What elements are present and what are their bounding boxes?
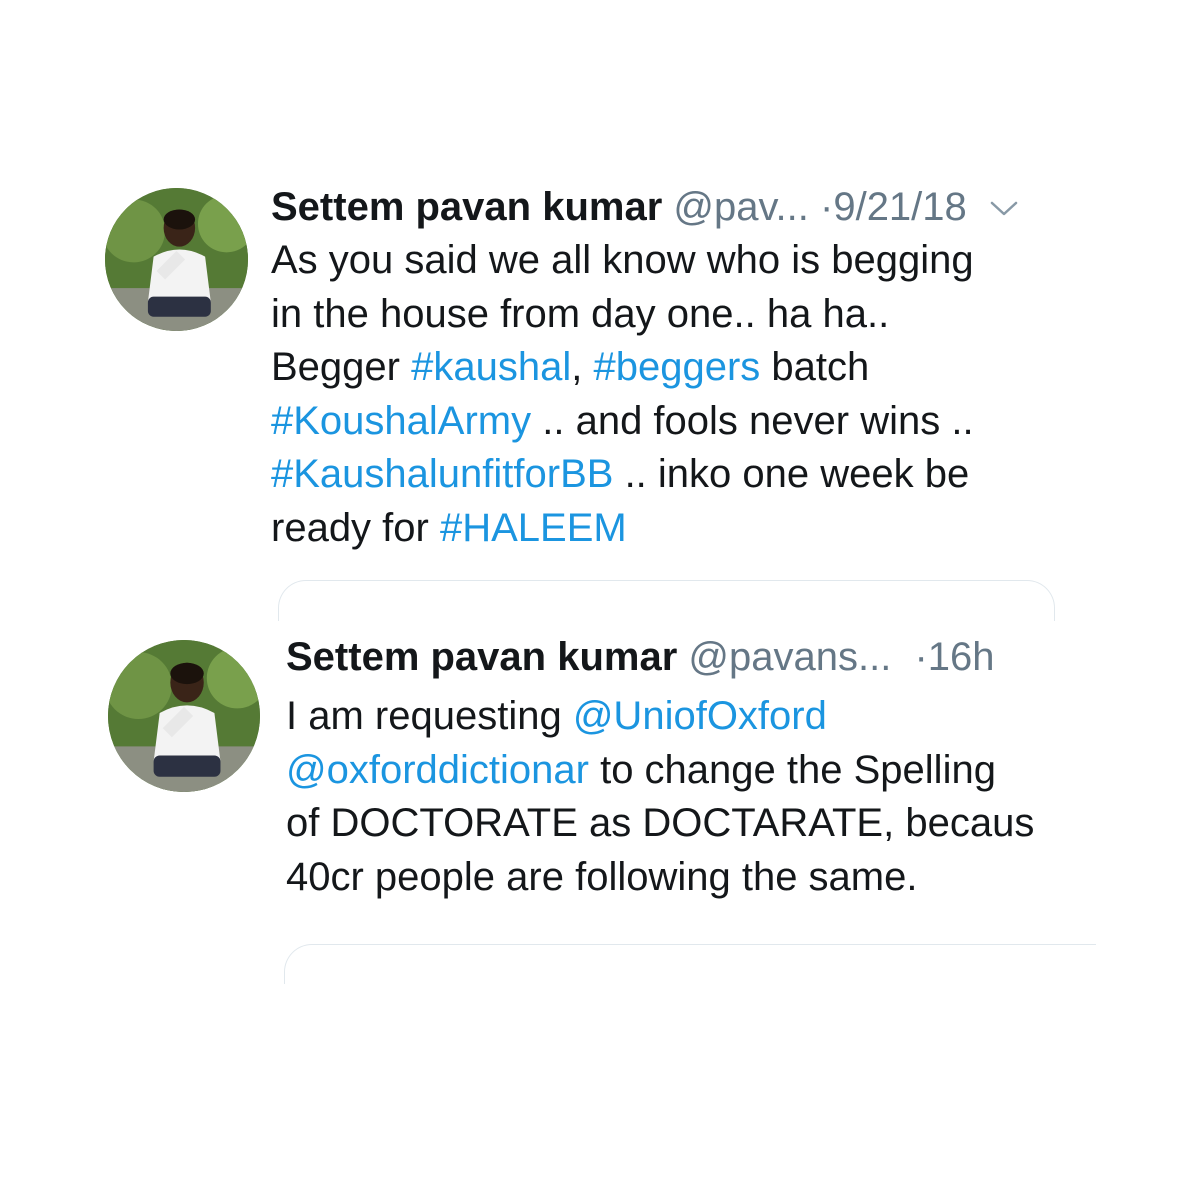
tweet-text-clip: I am requesting @UniofOxford @oxforddicti… [286,690,1096,930]
hashtag-link[interactable]: #HALEEM [440,506,627,550]
mention-link[interactable]: @UniofOxford [573,694,827,738]
avatar[interactable] [108,640,260,792]
tweet-text-line: of DOCTORATE as DOCTARATE, becaus [286,797,1034,851]
author-name[interactable]: Settem pavan kumar [286,635,677,679]
tweet-text-segment: to change the Spelling [588,747,996,792]
tweet-text-line: in the house from day one.. ha ha.. [271,288,974,342]
author-name[interactable]: Settem pavan kumar [271,185,662,229]
tweet-text-line: 40cr people are following the same. [286,851,1034,905]
tweet-header: Settem pavan kumar @pavans... ·16h [286,633,995,681]
tweet-text-segment: As you said we all know who is begging [271,238,974,282]
tweet-text-line: Begger #kaushal, #beggers batch [271,341,974,395]
tweet-header: Settem pavan kumar @pav... ·9/21/18 [271,183,1019,233]
hashtag-link[interactable]: #beggers [593,345,760,389]
separator-dot: · [914,635,928,679]
hashtag-link[interactable]: #KaushalunfitforBB [271,452,613,496]
tweet-text-segment: batch [760,345,870,389]
quoted-tweet-preview [314,976,1074,984]
tweet-text-line: #KoushalArmy .. and fools never wins .. [271,395,974,449]
tweet-text-segment: I am requesting [286,694,573,738]
tweet-text-segment: in the house from day one.. ha ha.. [271,291,890,336]
avatar-photo [108,640,260,792]
tweet-timestamp[interactable]: 16h [928,635,995,679]
tweet-text-line: ready for #HALEEM [271,502,974,556]
tweet-text-line: As you said we all know who is begging [271,234,974,288]
tweet-text-segment: Begger [271,345,412,389]
hashtag-link[interactable]: #KoushalArmy [271,399,531,443]
quoted-tweet-clip [284,944,1096,984]
tweet-text-segment: , [571,345,594,389]
tweet-text-line: @oxforddictionar to change the Spelling [286,744,1034,798]
tweet-text: As you said we all know who is begging in… [271,234,974,555]
chevron-down-icon[interactable] [989,181,1019,229]
tweet-text-segment: 40cr people are following the same. [286,854,918,899]
tweet-text-segment: ready for [271,505,440,550]
author-handle[interactable]: @pav... [673,185,808,229]
tweet-text-segment: of DOCTORATE as DOCTARATE, becaus [286,801,1035,845]
quoted-tweet-card[interactable] [278,580,1055,621]
tweet-text: I am requesting @UniofOxford @oxforddicti… [286,690,1034,904]
avatar-photo [105,188,248,331]
tweet-text-line: #KaushalunfitforBB .. inko one week be [271,448,974,502]
tweet-text-segment: .. and fools never wins .. [531,398,974,443]
author-handle[interactable]: @pavans... [688,635,891,679]
tweet-text-line: I am requesting @UniofOxford [286,690,1034,744]
mention-link[interactable]: @oxforddictionar [286,748,589,792]
screenshot-page: Settem pavan kumar @pav... ·9/21/18 As y… [0,0,1200,1200]
avatar[interactable] [105,188,248,331]
hashtag-link[interactable]: #kaushal [411,345,571,389]
tweet-text-segment: .. inko one week be [613,452,970,496]
tweet-timestamp[interactable]: 9/21/18 [833,185,966,229]
separator-dot: · [820,185,834,229]
